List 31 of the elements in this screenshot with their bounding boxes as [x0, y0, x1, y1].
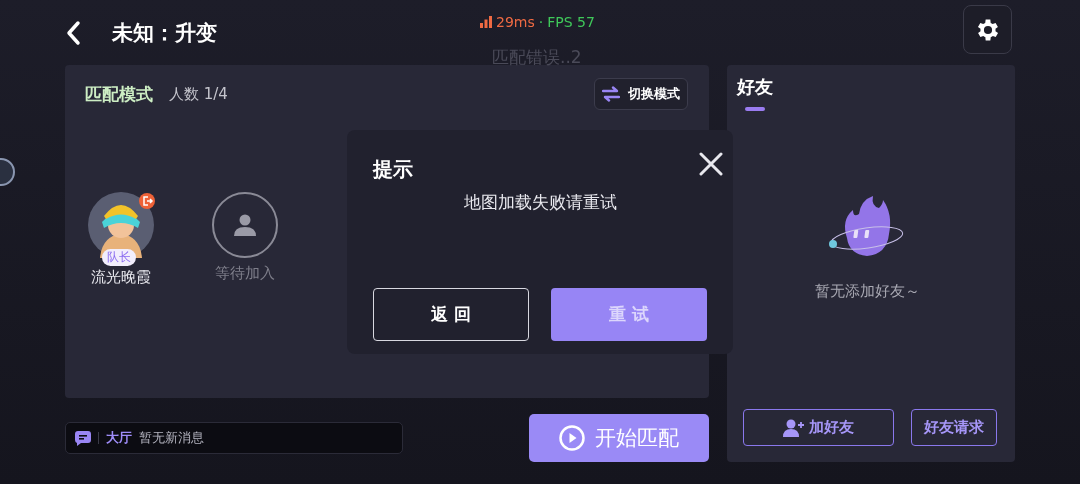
dialog-message: 地图加载失败请重试: [462, 191, 618, 214]
close-button[interactable]: [699, 152, 723, 176]
separator: ·: [538, 14, 544, 30]
settings-button[interactable]: [963, 5, 1012, 54]
swap-icon: [602, 86, 620, 102]
player-name: 流光晚霞: [91, 268, 151, 287]
player-count: 人数 1/4: [169, 84, 229, 104]
add-friend-button[interactable]: 加好友: [743, 409, 894, 446]
fps-text: FPS 57: [547, 14, 595, 30]
chat-bar[interactable]: 大厅 暂无新消息: [65, 422, 403, 454]
chat-channel: 大厅: [106, 429, 132, 447]
empty-message: 暂无添加好友～: [814, 281, 920, 301]
play-icon: [559, 425, 585, 451]
panel-title: 匹配模式: [85, 82, 153, 106]
person-icon: [233, 214, 257, 236]
ping-text: 29ms: [496, 14, 535, 30]
chat-icon: [75, 430, 91, 446]
slot-label: 等待加入: [215, 264, 275, 283]
back-icon[interactable]: [64, 19, 82, 46]
empty-slot[interactable]: [212, 192, 278, 258]
captain-badge: 队长: [102, 249, 136, 266]
dialog-title: 提示: [373, 156, 413, 183]
exit-icon[interactable]: [138, 192, 156, 210]
chat-message: 暂无新消息: [139, 429, 204, 447]
friend-requests-button[interactable]: 好友请求: [911, 409, 997, 446]
friends-tab[interactable]: 好友: [737, 75, 773, 111]
signal-icon: [480, 16, 492, 28]
back-button[interactable]: 返回: [373, 288, 529, 341]
switch-mode-button[interactable]: 切换模式: [594, 78, 688, 110]
page-title: 未知：升变: [112, 19, 217, 47]
add-person-icon: [783, 418, 805, 437]
